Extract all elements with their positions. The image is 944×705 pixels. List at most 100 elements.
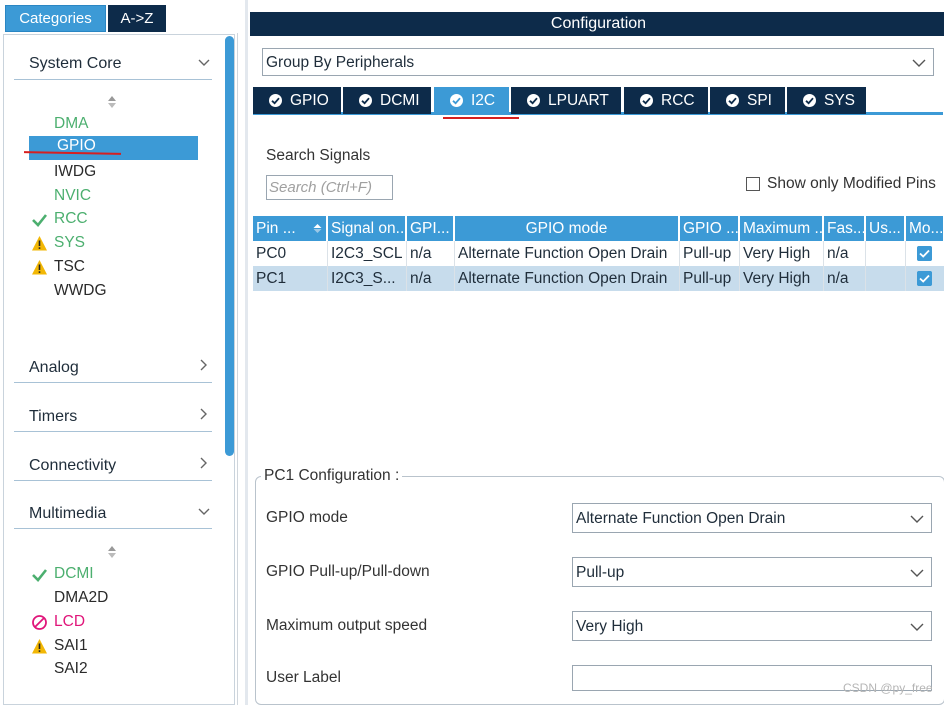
section-system-core[interactable]: System Core	[14, 50, 212, 80]
header-gpio-output[interactable]: GPI...	[407, 216, 455, 241]
cell-pin: PC0	[253, 241, 328, 266]
max-speed-select[interactable]: Very High	[572, 611, 932, 641]
show-modified-label: Show only Modified Pins	[767, 175, 936, 192]
check-circle-icon	[450, 94, 463, 107]
gpio-mode-value: Alternate Function Open Drain	[576, 510, 786, 527]
chevron-right-icon[interactable]	[196, 406, 212, 422]
tab-dcmi-label: DCMI	[380, 92, 420, 109]
chevron-down-icon[interactable]	[196, 504, 212, 520]
check-circle-icon	[640, 94, 653, 107]
categories-panel: Categories A->Z System Core DMA GPIO IWD…	[0, 0, 238, 705]
check-circle-icon	[359, 94, 372, 107]
check-circle-icon	[269, 94, 282, 107]
sidebar-item-sys[interactable]: SYS	[54, 232, 85, 254]
disabled-icon	[32, 615, 47, 630]
left-tab-bar: Categories A->Z	[0, 0, 238, 33]
sidebar-item-tsc[interactable]: TSC	[54, 256, 85, 278]
sidebar-item-dma2d[interactable]: DMA2D	[54, 587, 108, 609]
tab-spi[interactable]: SPI	[710, 87, 785, 114]
tab-sys[interactable]: SYS	[787, 87, 866, 114]
sort-ascending-icon	[313, 224, 322, 233]
chevron-right-icon[interactable]	[196, 357, 212, 373]
section-connectivity[interactable]: Connectivity	[14, 451, 212, 481]
header-fast-mode[interactable]: Fas...	[824, 216, 866, 241]
tab-a-to-z[interactable]: A->Z	[108, 5, 166, 32]
table-row[interactable]: PC1 I2C3_S... n/a Alternate Function Ope…	[253, 266, 944, 291]
check-icon	[32, 214, 48, 227]
checkbox-checked-icon[interactable]	[917, 246, 932, 261]
group-by-select[interactable]: Group By Peripherals	[262, 48, 934, 76]
tab-gpio[interactable]: GPIO	[253, 87, 341, 114]
section-multimedia[interactable]: Multimedia	[14, 499, 212, 529]
chevron-down-icon	[910, 569, 924, 577]
sidebar-item-iwdg[interactable]: IWDG	[54, 161, 96, 183]
check-icon	[32, 569, 48, 582]
sidebar-item-lcd[interactable]: LCD	[54, 611, 85, 633]
section-connectivity-label: Connectivity	[29, 457, 117, 474]
configuration-panel: Configuration Group By Peripherals GPIO …	[245, 0, 944, 705]
gpio-mode-select[interactable]: Alternate Function Open Drain	[572, 503, 932, 533]
tab-sys-label: SYS	[824, 92, 856, 109]
sort-icon[interactable]	[106, 545, 118, 559]
show-modified-checkbox[interactable]	[746, 177, 760, 191]
sidebar-item-nvic[interactable]: NVIC	[54, 185, 91, 207]
left-scrollbar[interactable]	[225, 36, 234, 456]
cell-user-label	[866, 266, 906, 291]
table-header-row: Pin ... Signal on... GPI... GPIO mode GP…	[253, 216, 944, 241]
cell-max-speed: Very High	[740, 266, 824, 291]
cell-gpio-output: n/a	[407, 266, 455, 291]
cell-gpio-pull: Pull-up	[680, 266, 740, 291]
sidebar-item-wwdg[interactable]: WWDG	[54, 280, 107, 302]
warning-icon	[32, 236, 47, 251]
sidebar-item-rcc[interactable]: RCC	[54, 208, 88, 230]
tab-gpio-label: GPIO	[290, 92, 329, 109]
configuration-header: Configuration	[250, 12, 944, 36]
tab-categories[interactable]: Categories	[5, 5, 106, 32]
search-signals-input[interactable]	[266, 175, 393, 200]
header-user-label[interactable]: Us...	[866, 216, 906, 241]
tab-lpuart[interactable]: LPUART	[511, 87, 621, 114]
cell-fast-mode: n/a	[824, 241, 866, 266]
section-analog[interactable]: Analog	[14, 353, 212, 383]
search-signals-title: Search Signals	[266, 147, 371, 164]
header-pin[interactable]: Pin ...	[253, 216, 328, 241]
check-circle-icon	[803, 94, 816, 107]
max-speed-label: Maximum output speed	[266, 617, 428, 634]
sidebar-item-dcmi[interactable]: DCMI	[54, 563, 94, 585]
sidebar-item-gpio[interactable]: GPIO	[29, 136, 198, 160]
chevron-down-icon	[912, 59, 926, 67]
sidebar-item-sai2[interactable]: SAI2	[54, 658, 88, 680]
chevron-right-icon[interactable]	[196, 455, 212, 471]
header-modified[interactable]: Mo...	[906, 216, 943, 241]
cell-modified	[906, 241, 943, 266]
header-max-speed[interactable]: Maximum ...	[740, 216, 824, 241]
sort-icon[interactable]	[106, 95, 118, 109]
section-timers-label: Timers	[29, 408, 78, 425]
cell-gpio-mode: Alternate Function Open Drain	[455, 266, 680, 291]
section-timers[interactable]: Timers	[14, 402, 212, 432]
header-pin-label: Pin ...	[256, 220, 296, 237]
chevron-down-icon	[910, 515, 924, 523]
gpio-pull-label: GPIO Pull-up/Pull-down	[266, 563, 430, 580]
warning-icon	[32, 260, 47, 275]
table-row[interactable]: PC0 I2C3_SCL n/a Alternate Function Open…	[253, 241, 944, 266]
check-circle-icon	[527, 94, 540, 107]
gpio-pull-select[interactable]: Pull-up	[572, 557, 932, 587]
header-gpio-mode[interactable]: GPIO mode	[455, 216, 680, 241]
sidebar-item-sai1[interactable]: SAI1	[54, 635, 88, 657]
tab-i2c[interactable]: I2C	[434, 87, 509, 114]
check-circle-icon	[726, 94, 739, 107]
tab-i2c-label: I2C	[471, 92, 496, 109]
header-gpio-pull[interactable]: GPIO ...	[680, 216, 740, 241]
tab-rcc[interactable]: RCC	[624, 87, 708, 114]
checkbox-checked-icon[interactable]	[917, 271, 932, 286]
sidebar-item-dma[interactable]: DMA	[54, 113, 88, 135]
header-signal[interactable]: Signal on...	[328, 216, 407, 241]
tab-dcmi[interactable]: DCMI	[343, 87, 431, 114]
section-multimedia-label: Multimedia	[29, 505, 107, 522]
chevron-down-icon[interactable]	[196, 55, 212, 71]
max-speed-value: Very High	[576, 618, 644, 635]
cell-signal: I2C3_S...	[328, 266, 407, 291]
cell-modified	[906, 266, 943, 291]
tab-spi-label: SPI	[747, 92, 772, 109]
